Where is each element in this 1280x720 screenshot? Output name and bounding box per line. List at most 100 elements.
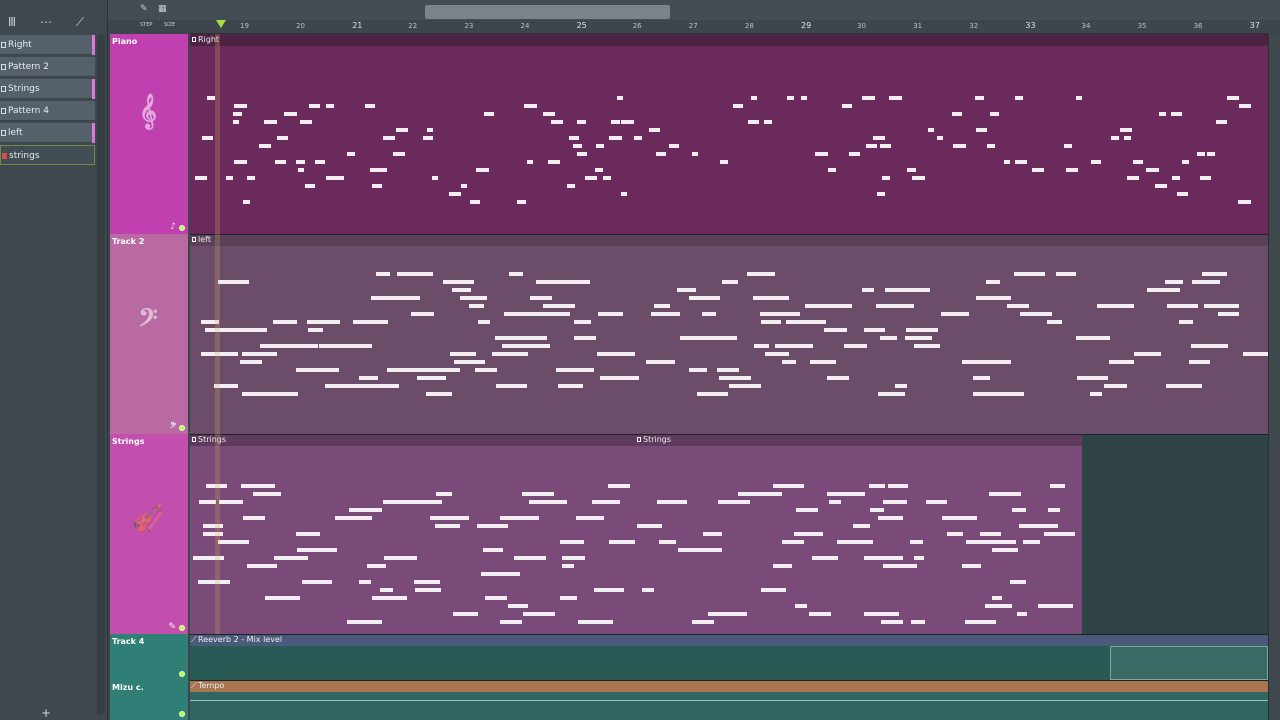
pattern-clip-strings-1[interactable]: Strings (190, 434, 635, 634)
track-header-mizu[interactable]: Mizu c. (110, 680, 188, 720)
clip-title-bar[interactable]: left (190, 234, 1268, 246)
midi-note (517, 200, 526, 204)
picker-item-left[interactable]: left (0, 123, 95, 143)
vertical-scrollbar[interactable] (1268, 34, 1280, 720)
midi-note (937, 136, 943, 140)
midi-note (669, 144, 679, 148)
midi-note (359, 376, 378, 380)
clip-title-bar[interactable]: ⟋ Tempo (190, 680, 1268, 692)
midi-note (885, 288, 924, 292)
track-divider (190, 634, 1268, 635)
midi-note (370, 168, 381, 172)
midi-note (873, 136, 885, 140)
midi-note (1015, 96, 1023, 100)
pattern-clip-strings-2[interactable]: Strings (635, 434, 1082, 634)
track-header-strings[interactable]: Strings 🎻 ✎ (110, 434, 188, 634)
midi-note (864, 612, 899, 616)
track-mute-led[interactable] (179, 711, 185, 717)
midi-note (234, 160, 247, 164)
clip-title-bar[interactable]: Right (190, 34, 1268, 46)
midi-note (1109, 360, 1134, 364)
track-mute-led[interactable] (179, 225, 185, 231)
clip-title-bar[interactable]: Strings (190, 434, 635, 446)
midi-note (523, 612, 555, 616)
track-mute-led[interactable] (179, 425, 185, 431)
midi-note (782, 360, 796, 364)
ruler-bar-number: 33 (1025, 21, 1036, 30)
clip-title-bar[interactable]: ⟋ Reeverb 2 - Mix level (190, 634, 1268, 646)
picker-scrollbar[interactable] (97, 35, 105, 715)
midi-note (396, 128, 408, 132)
midi-note (302, 580, 332, 584)
automation-clip-tempo[interactable]: ⟋ Tempo (190, 680, 1268, 720)
playhead-marker-icon[interactable] (216, 20, 226, 28)
midi-note (947, 532, 963, 536)
picker-item-strings-automation[interactable]: strings (0, 145, 95, 165)
midi-note (878, 516, 903, 520)
midi-note (478, 320, 490, 324)
treble-clef-icon: 𝄞 (139, 94, 157, 129)
midi-note (393, 152, 405, 156)
midi-note (751, 96, 757, 100)
timeline-ruler[interactable]: 19 20 21 22 23 24 25 26 27 28 29 30 31 32 33 34 35 36 37 (190, 20, 1268, 34)
pattern-clip-right[interactable]: Right (190, 34, 1268, 234)
midi-note (423, 136, 433, 140)
midi-note (359, 580, 371, 584)
picker-item-pattern-2[interactable]: Pattern 2 (0, 57, 95, 77)
track-mute-led[interactable] (179, 671, 185, 677)
picker-item-right[interactable]: Right (0, 35, 95, 55)
midi-note (483, 548, 503, 552)
midi-note (889, 96, 902, 100)
picker-toolbar: Ⅲ ⋯ ⟋ (0, 12, 108, 34)
midi-note (452, 288, 471, 292)
midi-note (911, 620, 925, 624)
midi-note (952, 112, 962, 116)
midi-note (796, 508, 818, 512)
pattern-picker-panel: Ⅲ ⋯ ⟋ Right Pattern 2 Strings Pattern 4 … (0, 0, 108, 720)
track-name: Strings (112, 437, 145, 446)
midi-note (914, 344, 940, 348)
midi-note (309, 104, 320, 108)
picker-item-pattern-4[interactable]: Pattern 4 (0, 101, 95, 121)
midi-note (888, 484, 908, 488)
track-header-piano[interactable]: Piano 𝄞 ♪ (110, 34, 188, 234)
track-mute-led[interactable] (179, 625, 185, 631)
midi-note (307, 320, 340, 324)
midi-note (202, 136, 213, 140)
midi-note (1004, 160, 1010, 164)
horizontal-scrollbar-thumb[interactable] (425, 5, 670, 19)
draw-icon[interactable]: ✎ (140, 4, 148, 14)
add-pattern-button[interactable]: + (40, 707, 52, 719)
midi-note (864, 556, 903, 560)
midi-note (1064, 144, 1072, 148)
track-header-track-4[interactable]: Track 4 (110, 634, 188, 680)
midi-note (815, 152, 828, 156)
midi-note (315, 160, 325, 164)
midi-note (965, 620, 996, 624)
midi-note (1023, 540, 1040, 544)
midi-note (717, 368, 739, 372)
automation-icon: ⟋ (191, 635, 197, 644)
midi-note (562, 556, 585, 560)
automation-clip-reverb[interactable]: ⟋ Reeverb 2 - Mix level (190, 634, 1268, 680)
midi-note (702, 312, 716, 316)
midi-note (1172, 176, 1180, 180)
midi-note (1200, 176, 1211, 180)
pattern-clip-left[interactable]: left (190, 234, 1268, 434)
empty-track-area[interactable] (1082, 434, 1268, 634)
track-header-track-2[interactable]: Track 2 𝄢 𝄢 (110, 234, 188, 434)
midi-note (1155, 184, 1167, 188)
midi-note (862, 288, 874, 292)
piano-roll-icon[interactable]: Ⅲ (2, 12, 22, 32)
midi-note (481, 572, 520, 576)
clip-title-bar[interactable]: Strings (635, 434, 1082, 446)
grid-icon[interactable]: ▦ (158, 4, 167, 14)
midi-note (233, 328, 256, 332)
automation-clip-icon[interactable]: ⟋ (70, 12, 90, 32)
midi-note (649, 128, 660, 132)
midi-note (335, 516, 372, 520)
midi-note (365, 104, 375, 108)
audio-clip-icon[interactable]: ⋯ (36, 12, 56, 32)
picker-item-strings[interactable]: Strings (0, 79, 95, 99)
midi-note (275, 160, 286, 164)
